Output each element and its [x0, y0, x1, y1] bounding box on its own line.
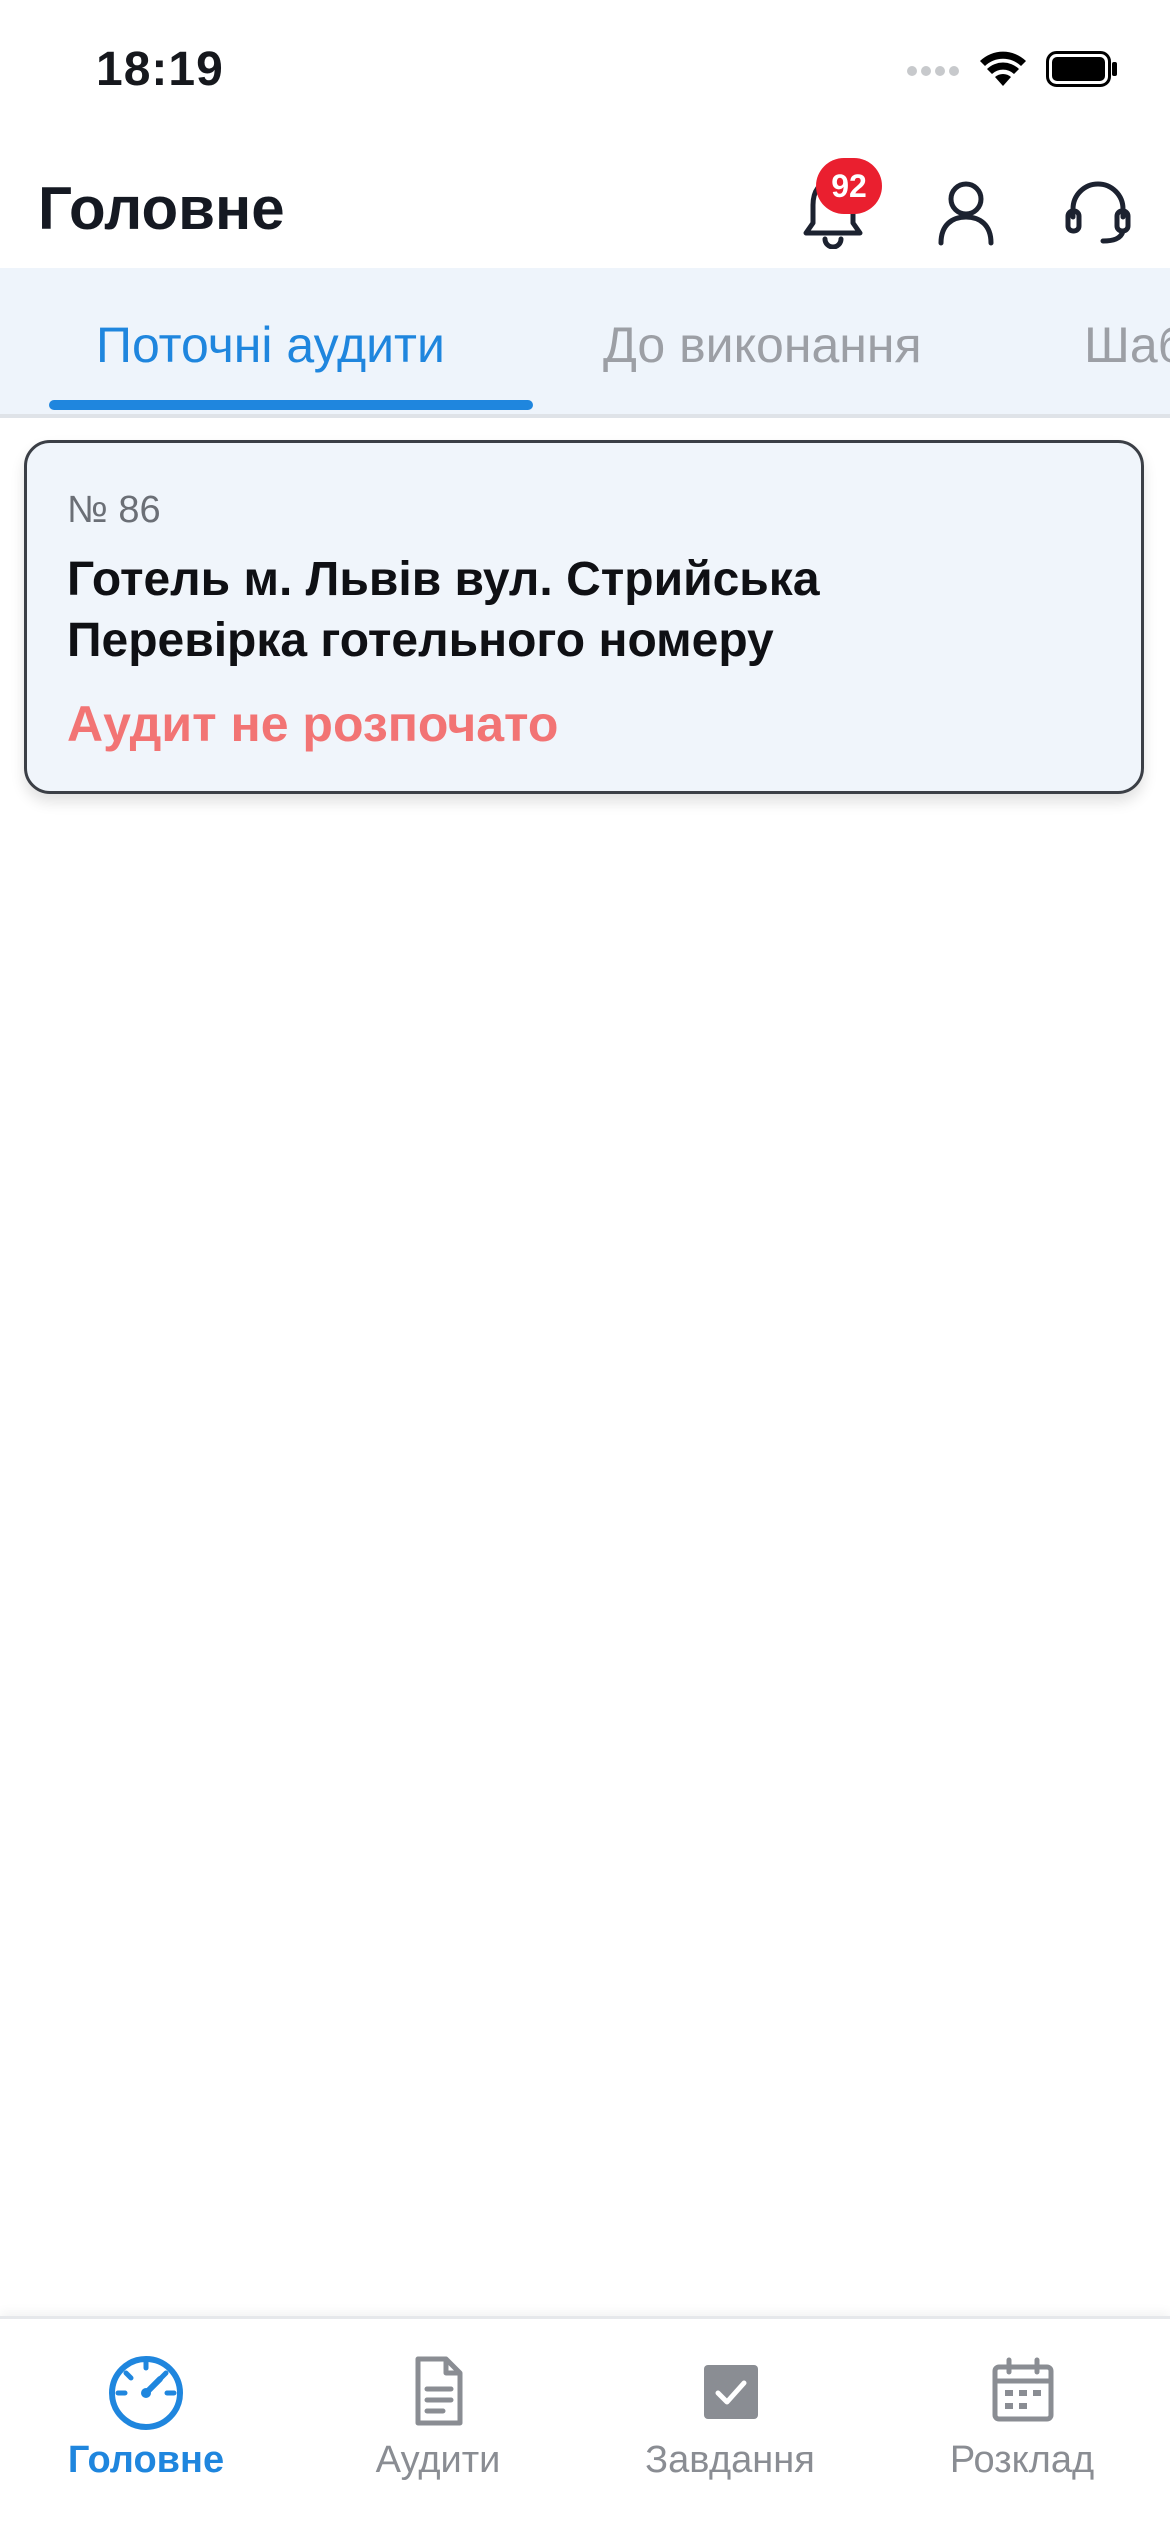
tab-templates[interactable]: Шаб — [1084, 316, 1170, 374]
user-icon — [935, 177, 997, 252]
wifi-icon — [978, 50, 1028, 93]
nav-label-home: Головне — [67, 2439, 225, 2481]
tab-current-audits[interactable]: Поточні аудити — [96, 316, 445, 374]
audit-card[interactable]: № 86 Готель м. Львів вул. Стрийська Пере… — [24, 440, 1144, 794]
cellular-signal-icon — [906, 59, 960, 84]
tab-to-do[interactable]: До виконання — [603, 316, 922, 374]
page-title: Головне — [38, 175, 285, 242]
bottom-nav: Головне Аудити Завдання Розклад — [0, 2316, 1170, 2535]
calendar-icon — [980, 2349, 1064, 2433]
battery-icon — [1046, 51, 1118, 92]
status-time: 18:19 — [96, 43, 224, 96]
app-header: Головне 92 — [0, 150, 1170, 268]
support-button[interactable] — [1050, 166, 1146, 262]
profile-button[interactable] — [918, 166, 1014, 262]
nav-item-home[interactable]: Головне — [0, 2349, 292, 2509]
audit-status: Аудит не розпочато — [67, 696, 559, 752]
headset-icon — [1063, 177, 1133, 252]
nav-item-schedule[interactable]: Розклад — [876, 2349, 1168, 2509]
nav-label-tasks: Завдання — [645, 2439, 815, 2481]
audit-title: Готель м. Львів вул. Стрийська Перевірка… — [67, 549, 1107, 671]
active-tab-indicator — [49, 400, 533, 410]
status-icons — [906, 50, 1118, 93]
notifications-badge: 92 — [816, 158, 882, 214]
nav-label-audits: Аудити — [375, 2439, 501, 2481]
speedometer-icon — [104, 2349, 188, 2433]
nav-item-tasks[interactable]: Завдання — [584, 2349, 876, 2509]
audit-title-line-1: Готель м. Львів вул. Стрийська — [67, 553, 820, 606]
checkbox-icon — [688, 2349, 772, 2433]
tabs-bar: Поточні аудити До виконання Шаб — [0, 268, 1170, 418]
audit-title-line-2: Перевірка готельного номеру — [67, 614, 774, 667]
status-bar: 18:19 — [0, 0, 1170, 150]
document-icon — [396, 2349, 480, 2433]
nav-label-schedule: Розклад — [949, 2439, 1095, 2481]
audit-number: № 86 — [67, 489, 161, 531]
nav-item-audits[interactable]: Аудити — [292, 2349, 584, 2509]
